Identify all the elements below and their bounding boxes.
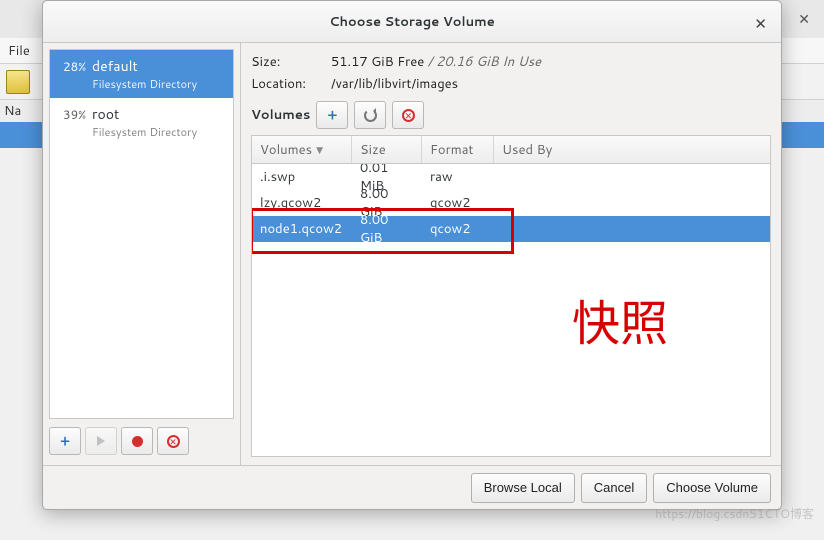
- col-size[interactable]: Size: [352, 136, 422, 163]
- pool-percent: 39%: [58, 104, 86, 123]
- col-volumes[interactable]: Volumes▼: [252, 136, 352, 163]
- stop-icon: [132, 436, 143, 447]
- pool-list[interactable]: 28% default Filesystem Directory 39% roo…: [49, 49, 234, 419]
- table-row[interactable]: lzy.qcow2 8.00 GiB qcow2: [252, 190, 770, 216]
- cell-name: node1.qcow2: [252, 220, 352, 238]
- size-label: Size:: [251, 53, 331, 71]
- volumes-label: Volumes: [251, 106, 310, 124]
- pool-subtitle: Filesystem Directory: [92, 76, 197, 92]
- col-used-by[interactable]: Used By: [494, 136, 770, 163]
- cell-format: qcow2: [422, 220, 494, 238]
- cell-size: 8.00 GiB: [352, 211, 422, 247]
- dialog-title: Choose Storage Volume: [329, 13, 494, 31]
- size-value: 51.17 GiB Free / 20.16 GiB In Use: [331, 53, 541, 71]
- close-icon[interactable]: ✕: [754, 13, 767, 34]
- pool-name: root: [92, 104, 197, 124]
- browse-local-button[interactable]: Browse Local: [471, 473, 575, 503]
- sort-indicator-icon: ▼: [316, 143, 323, 156]
- delete-pool-button[interactable]: ✕: [157, 427, 189, 455]
- location-value: /var/lib/libvirt/images: [331, 75, 458, 93]
- stop-pool-button[interactable]: [121, 427, 153, 455]
- add-pool-button[interactable]: +: [49, 427, 81, 455]
- table-body[interactable]: .i.swp 0.01 MiB raw lzy.qcow2 8.00 GiB q…: [252, 164, 770, 456]
- volume-table: Volumes▼ Size Format Used By .i.swp 0.01…: [251, 135, 771, 457]
- col-format[interactable]: Format: [422, 136, 494, 163]
- table-header: Volumes▼ Size Format Used By: [252, 136, 770, 164]
- cell-name: lzy.qcow2: [252, 194, 352, 212]
- cell-name: .i.swp: [252, 168, 352, 186]
- volume-pane: Size: 51.17 GiB Free / 20.16 GiB In Use …: [241, 43, 781, 465]
- start-pool-button[interactable]: [85, 427, 117, 455]
- dialog-titlebar: Choose Storage Volume ✕: [43, 1, 781, 43]
- table-row[interactable]: .i.swp 0.01 MiB raw: [252, 164, 770, 190]
- delete-icon: ✕: [167, 435, 180, 448]
- menu-file[interactable]: File: [8, 42, 30, 60]
- parent-name-col: Na: [4, 102, 21, 120]
- plus-icon: +: [60, 431, 70, 451]
- delete-volume-button[interactable]: ✕: [392, 101, 424, 129]
- pool-item-default[interactable]: 28% default Filesystem Directory: [50, 50, 233, 98]
- cell-format: raw: [422, 168, 494, 186]
- parent-app-icon: [6, 70, 30, 94]
- add-volume-button[interactable]: +: [316, 101, 348, 129]
- pool-name: default: [92, 56, 197, 76]
- pool-percent: 28%: [58, 56, 86, 75]
- pool-subtitle: Filesystem Directory: [92, 124, 197, 140]
- cancel-button[interactable]: Cancel: [581, 473, 647, 503]
- choose-storage-dialog: Choose Storage Volume ✕ 28% default File…: [42, 0, 782, 510]
- table-row[interactable]: node1.qcow2 8.00 GiB qcow2: [252, 216, 770, 242]
- location-label: Location:: [251, 75, 331, 93]
- pool-pane: 28% default Filesystem Directory 39% roo…: [43, 43, 241, 465]
- pool-item-root[interactable]: 39% root Filesystem Directory: [50, 98, 233, 146]
- parent-close-icon[interactable]: ✕: [798, 9, 810, 29]
- cell-format: qcow2: [422, 194, 494, 212]
- plus-icon: +: [328, 105, 338, 125]
- delete-icon: ✕: [402, 109, 415, 122]
- refresh-button[interactable]: [354, 101, 386, 129]
- pool-toolbar: + ✕: [49, 423, 234, 459]
- red-annotation-text: 快照: [572, 284, 668, 354]
- refresh-icon: [364, 109, 377, 122]
- choose-volume-button[interactable]: Choose Volume: [653, 473, 771, 503]
- play-icon: [97, 436, 105, 446]
- dialog-footer: Browse Local Cancel Choose Volume: [43, 465, 781, 509]
